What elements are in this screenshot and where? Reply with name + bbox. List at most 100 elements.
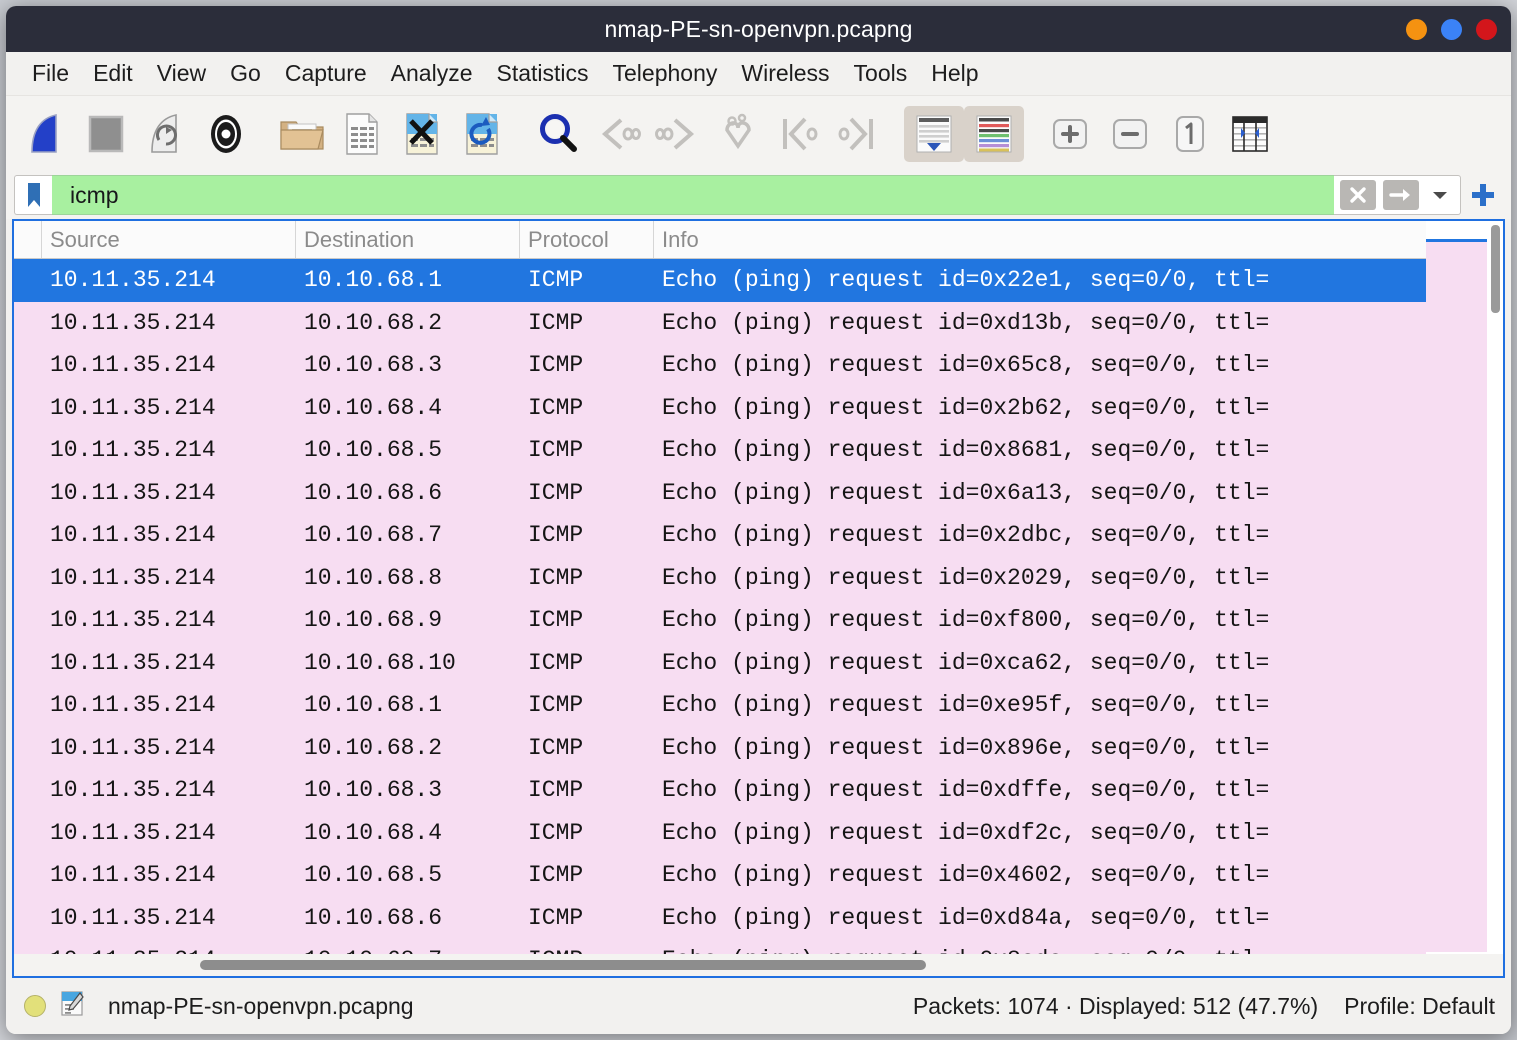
maximize-button[interactable] xyxy=(1441,18,1462,40)
open-file-icon[interactable] xyxy=(272,106,332,162)
close-button[interactable] xyxy=(1476,18,1497,40)
status-packet-counts: Packets: 1074 · Displayed: 512 (47.7%) xyxy=(912,992,1319,1019)
window-controls xyxy=(1406,6,1497,52)
cell-number xyxy=(14,854,42,897)
table-row[interactable]: 10.11.35.214 10.10.68.8 ICMP Echo (ping) re… xyxy=(14,556,1426,599)
menu-item-analyze[interactable]: Analyze xyxy=(379,58,485,89)
table-row[interactable]: 10.11.35.214 10.10.68.5 ICMP Echo (ping) re… xyxy=(14,429,1426,472)
cell-source: 10.11.35.214 xyxy=(50,862,216,889)
table-row[interactable]: 10.11.35.214 10.10.68.5 ICMP Echo (ping) re… xyxy=(14,854,1426,897)
cell-info: Echo (ping) request id=0xf800, seq=0/0, … xyxy=(662,607,1270,634)
find-packet-icon[interactable] xyxy=(528,106,588,162)
column-header-protocol[interactable]: Protocol xyxy=(520,221,654,258)
cell-destination: 10.10.68.3 xyxy=(304,777,443,804)
column-header-info[interactable]: Info xyxy=(654,221,1426,258)
cell-destination: 10.10.68.3 xyxy=(304,352,443,379)
cell-info: Echo (ping) request id=0x22e1, seq=0/0, … xyxy=(662,267,1270,294)
table-row[interactable]: 10.11.35.214 10.10.68.3 ICMP Echo (ping) re… xyxy=(14,769,1426,812)
cell-destination: 10.10.68.8 xyxy=(304,564,443,591)
expert-info-icon[interactable] xyxy=(24,995,46,1017)
packet-list-vertical-scrollbar[interactable] xyxy=(1487,221,1503,954)
auto-scroll-icon[interactable] xyxy=(904,105,964,162)
go-first-packet-icon[interactable] xyxy=(768,106,828,162)
restart-capture-icon[interactable] xyxy=(136,106,196,162)
table-row[interactable]: 10.11.35.214 10.10.68.9 ICMP Echo (ping) re… xyxy=(14,599,1426,642)
go-forward-icon[interactable] xyxy=(648,106,708,162)
column-header-destination[interactable]: Destination xyxy=(296,221,520,258)
zoom-reset-icon[interactable] xyxy=(1160,106,1220,162)
table-row[interactable]: 10.11.35.214 10.10.68.6 ICMP Echo (ping) re… xyxy=(14,471,1426,514)
cell-protocol: ICMP xyxy=(528,819,584,846)
cell-number xyxy=(14,344,42,387)
go-back-icon[interactable] xyxy=(588,106,648,162)
apply-filter-icon[interactable] xyxy=(1383,180,1419,210)
cell-source: 10.11.35.214 xyxy=(50,309,216,336)
start-capture-icon[interactable] xyxy=(16,106,76,162)
menu-item-wireless[interactable]: Wireless xyxy=(729,58,841,89)
cell-source: 10.11.35.214 xyxy=(50,819,216,846)
cell-destination: 10.10.68.1 xyxy=(304,692,443,719)
status-profile[interactable]: Profile: Default xyxy=(1344,993,1495,1020)
table-row[interactable]: 10.11.35.214 10.10.68.4 ICMP Echo (ping) re… xyxy=(14,811,1426,854)
menu-item-file[interactable]: File xyxy=(20,58,81,89)
table-row[interactable]: 10.11.35.214 10.10.68.1 ICMP Echo (ping) re… xyxy=(14,259,1426,302)
zoom-out-icon[interactable] xyxy=(1100,106,1160,162)
go-to-packet-icon[interactable] xyxy=(708,106,768,162)
cell-info: Echo (ping) request id=0x2b62, seq=0/0, … xyxy=(662,394,1270,421)
horizontal-scrollbar-thumb[interactable] xyxy=(200,960,926,970)
close-file-icon[interactable] xyxy=(392,106,452,162)
zoom-in-icon[interactable] xyxy=(1040,106,1100,162)
display-filter-input[interactable]: icmp xyxy=(52,175,1334,215)
add-filter-button-icon[interactable] xyxy=(1461,181,1505,209)
cell-protocol: ICMP xyxy=(528,267,584,294)
column-header-source[interactable]: Source xyxy=(42,221,296,258)
reload-file-icon[interactable] xyxy=(452,106,512,162)
cell-protocol: ICMP xyxy=(528,437,584,464)
menu-item-capture[interactable]: Capture xyxy=(273,58,379,89)
status-capture-file-name: nmap-PE-sn-openvpn.pcapng xyxy=(108,992,414,1019)
capture-comment-icon[interactable] xyxy=(60,989,84,1023)
table-row[interactable]: 10.11.35.214 10.10.68.3 ICMP Echo (ping) re… xyxy=(14,344,1426,387)
cell-source: 10.11.35.214 xyxy=(50,904,216,931)
bookmark-icon[interactable] xyxy=(14,175,52,215)
cell-info: Echo (ping) request id=0x896e, seq=0/0, … xyxy=(662,734,1270,761)
menu-item-edit[interactable]: Edit xyxy=(81,58,145,89)
cell-source: 10.11.35.214 xyxy=(50,267,216,294)
table-row[interactable]: 10.11.35.214 10.10.68.7 ICMP Echo (ping) re… xyxy=(14,514,1426,557)
cell-source: 10.11.35.214 xyxy=(50,692,216,719)
stop-capture-icon[interactable] xyxy=(76,106,136,162)
save-file-icon[interactable] xyxy=(332,106,392,162)
table-row[interactable]: 10.11.35.214 10.10.68.1 ICMP Echo (ping) re… xyxy=(14,684,1426,727)
chevron-down-icon[interactable] xyxy=(1426,189,1454,201)
menu-item-tools[interactable]: Tools xyxy=(842,58,920,89)
go-last-packet-icon[interactable] xyxy=(828,106,888,162)
packet-list-horizontal-scrollbar[interactable] xyxy=(14,954,1503,976)
vertical-scrollbar-thumb[interactable] xyxy=(1491,225,1500,313)
table-row[interactable]: 10.11.35.214 10.10.68.6 ICMP Echo (ping) re… xyxy=(14,896,1426,940)
table-row[interactable]: 10.11.35.214 10.10.68.4 ICMP Echo (ping) re… xyxy=(14,386,1426,429)
capture-options-icon[interactable] xyxy=(196,106,256,162)
cell-number xyxy=(14,599,42,642)
menu-item-go[interactable]: Go xyxy=(218,58,273,89)
table-row[interactable]: 10.11.35.214 10.10.68.10 ICMP Echo (ping) r… xyxy=(14,641,1426,684)
colorize-icon[interactable] xyxy=(964,105,1024,162)
cell-source: 10.11.35.214 xyxy=(50,564,216,591)
resize-columns-icon[interactable] xyxy=(1220,106,1280,162)
menu-item-view[interactable]: View xyxy=(145,58,218,89)
column-header-number[interactable] xyxy=(14,221,42,258)
cell-number xyxy=(14,514,42,557)
cell-number xyxy=(14,727,42,770)
minimize-button[interactable] xyxy=(1406,18,1427,40)
menu-item-help[interactable]: Help xyxy=(919,58,990,89)
table-row[interactable]: 10.11.35.214 10.10.68.2 ICMP Echo (ping) re… xyxy=(14,301,1426,344)
menu-item-statistics[interactable]: Statistics xyxy=(484,58,600,89)
cell-number xyxy=(14,769,42,812)
cell-source: 10.11.35.214 xyxy=(50,479,216,506)
clear-filter-icon[interactable] xyxy=(1340,180,1376,210)
wireshark-window: nmap-PE-sn-openvpn.pcapng File Edit View… xyxy=(6,6,1511,1034)
table-row[interactable]: 10.11.35.214 10.10.68.2 ICMP Echo (ping) re… xyxy=(14,726,1426,770)
cell-number xyxy=(14,897,42,940)
cell-info: Echo (ping) request id=0x6a13, seq=0/0, … xyxy=(662,479,1270,506)
cell-destination: 10.10.68.9 xyxy=(304,607,443,634)
menu-item-telephony[interactable]: Telephony xyxy=(601,58,730,89)
